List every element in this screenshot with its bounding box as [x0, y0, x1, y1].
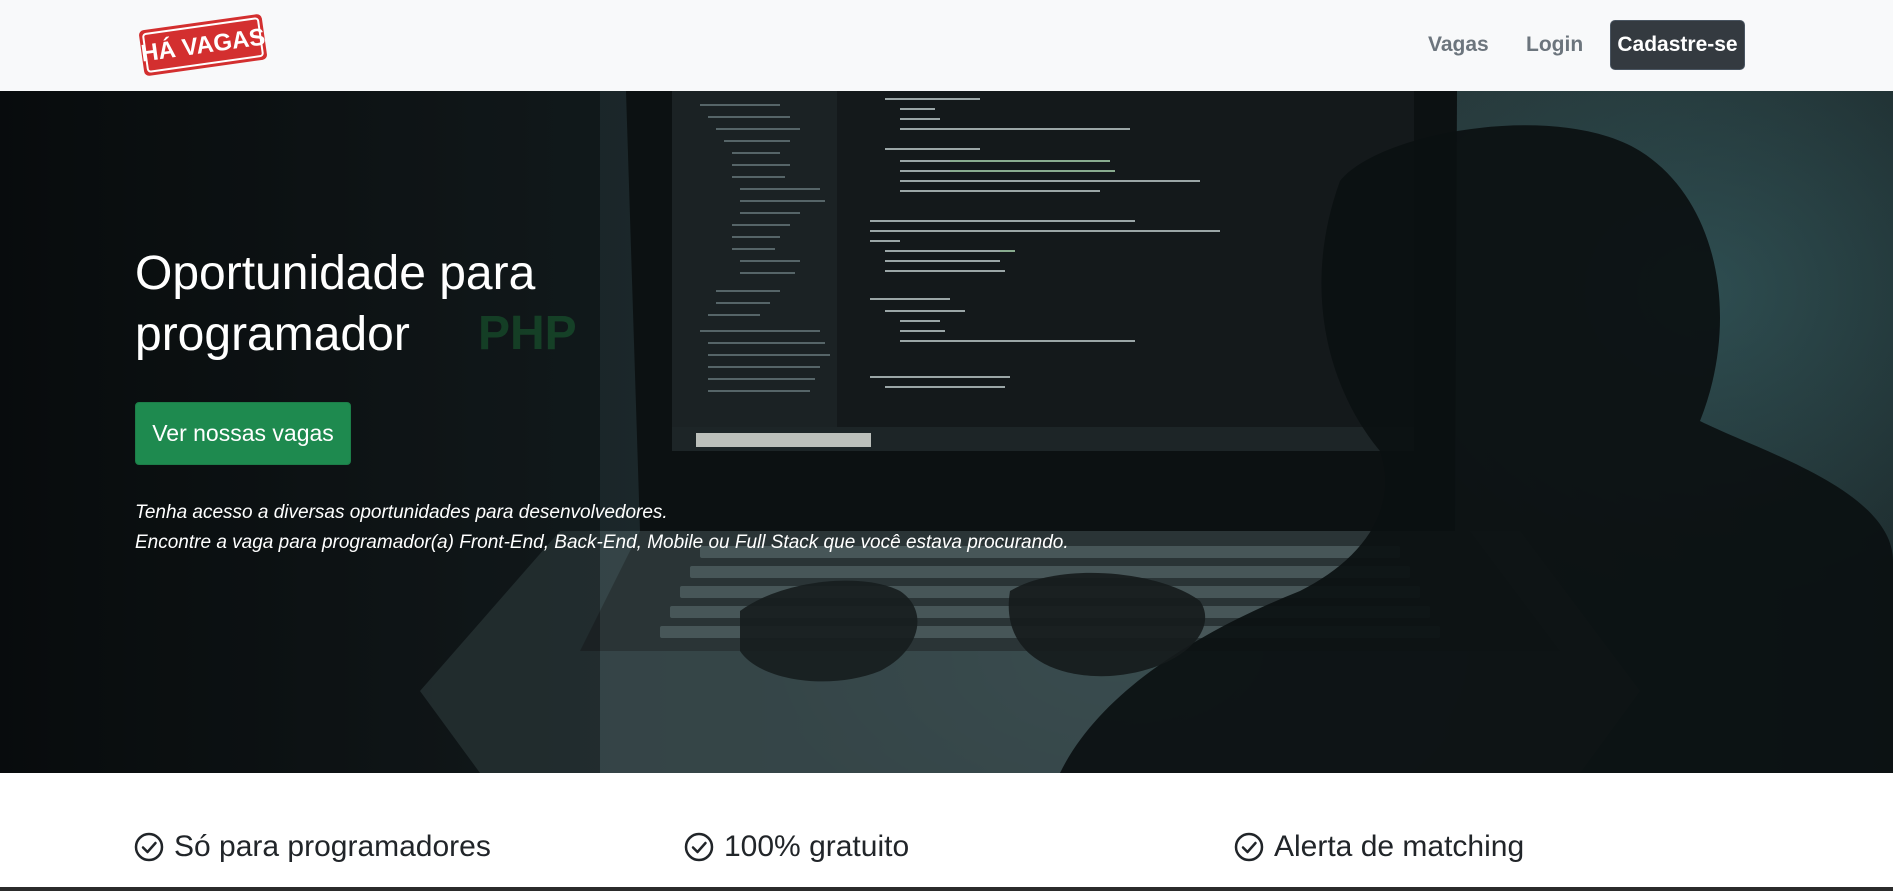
feature-label: Alerta de matching	[1274, 830, 1525, 863]
view-jobs-button[interactable]: Ver nossas vagas	[135, 402, 351, 465]
page-bottom-divider	[0, 887, 1893, 891]
hero-title-line-1: Oportunidade para	[135, 247, 536, 300]
signup-button[interactable]: Cadastre-se	[1610, 20, 1745, 70]
feature-label: Só para programadores	[174, 830, 491, 863]
feature-label: 100% gratuito	[724, 830, 910, 863]
check-circle-icon	[684, 832, 714, 862]
feature-item: Só para programadores	[134, 829, 491, 865]
hero-subtitle-line-2: Encontre a vaga para programador(a) Fron…	[135, 532, 1069, 553]
navbar: HÁ VAGAS Vagas Login Cadastre-se	[0, 0, 1893, 91]
hero-banner: Oportunidade para programador PHP Ver no…	[0, 91, 1893, 773]
check-circle-icon	[1234, 832, 1264, 862]
check-circle-icon	[134, 832, 164, 862]
features-section: Só para programadores 100% gratuito Aler…	[0, 773, 1893, 888]
site-logo[interactable]: HÁ VAGAS	[135, 8, 272, 82]
hero-title-line-2: programador	[135, 308, 410, 361]
hero-title: Oportunidade para programador	[135, 243, 695, 365]
feature-item: 100% gratuito	[684, 829, 909, 865]
feature-item: Alerta de matching	[1234, 829, 1524, 865]
nav-link-vagas[interactable]: Vagas	[1428, 31, 1489, 59]
hero-highlight-word: PHP	[478, 307, 577, 360]
hero-subtitle-line-1: Tenha acesso a diversas oportunidades pa…	[135, 502, 668, 523]
logo-badge-icon: HÁ VAGAS	[139, 14, 267, 76]
nav-link-login[interactable]: Login	[1526, 31, 1583, 59]
hero-subtitle: Tenha acesso a diversas oportunidades pa…	[135, 498, 1235, 558]
